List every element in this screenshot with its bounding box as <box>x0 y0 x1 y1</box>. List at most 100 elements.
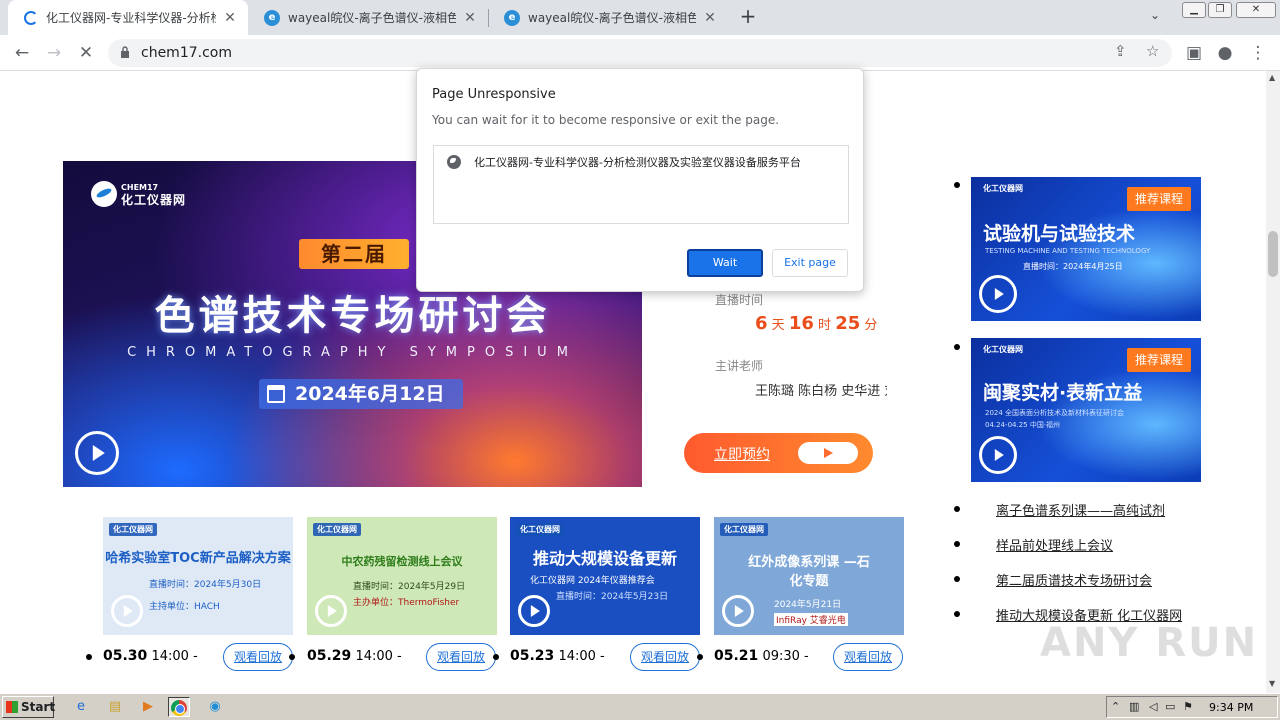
flag-icon[interactable]: ⚑ <box>1183 700 1193 713</box>
list-bullet <box>954 506 960 512</box>
list-bullet <box>954 182 960 188</box>
replay-button[interactable]: 观看回放 <box>223 643 293 671</box>
network-icon[interactable]: ▥ <box>1129 700 1139 713</box>
ie-icon[interactable]: e <box>70 697 92 717</box>
close-icon[interactable]: ✕ <box>702 10 718 26</box>
stop-loading-icon[interactable]: ✕ <box>74 41 98 65</box>
side-banner-meta: 04.24-04.25 中国·福州 <box>985 421 1061 429</box>
forward-arrow-icon[interactable]: → <box>42 41 66 65</box>
scroll-up-icon[interactable]: ▲ <box>1269 73 1275 82</box>
thumbnail-meta: 直播时间：2024年5月30日 <box>149 580 262 590</box>
tab-wayeal-2[interactable]: e wayeal皖仪-离子色谱仪-液相色谱仪 ✕ <box>488 0 728 35</box>
tab-search-chevron-icon[interactable]: ⌄ <box>1150 8 1160 22</box>
date-value: 05.21 <box>714 648 759 664</box>
wait-button[interactable]: Wait <box>687 249 763 277</box>
play-icon[interactable] <box>315 595 347 627</box>
tab-chem17[interactable]: 化工仪器网-专业科学仪器-分析检测 ✕ <box>8 0 248 35</box>
start-button[interactable]: Start <box>2 696 55 718</box>
dialog-title: Page Unresponsive <box>432 87 556 102</box>
dialog-message: You can wait for it to become responsive… <box>432 113 780 127</box>
countdown-days: 6 <box>755 313 768 334</box>
browser-toolbar: ← → ✕ chem17.com ⇪ ☆ ▣ ● ⋮ <box>0 35 1280 71</box>
close-icon[interactable]: ✕ <box>462 10 478 26</box>
close-icon[interactable]: ✕ <box>222 10 238 26</box>
hour-unit: 时 <box>818 318 832 333</box>
windows-flag-icon <box>6 701 18 713</box>
clock: 9:34 PM <box>1209 701 1254 714</box>
session-date: 05.29 14:00 - <box>307 648 402 664</box>
reserve-button[interactable]: 立即预约 <box>684 433 873 473</box>
edge-icon[interactable]: ◉ <box>204 697 226 717</box>
time-value: 14:00 - <box>355 649 402 664</box>
tray-expand-icon[interactable]: ⌃ <box>1111 700 1120 713</box>
minimize-button[interactable]: ▁ <box>1182 2 1206 18</box>
scroll-thumb[interactable] <box>1268 231 1278 277</box>
bookmark-star-icon[interactable]: ☆ <box>1146 42 1159 60</box>
restore-button[interactable]: ❐ <box>1208 2 1232 18</box>
thumbnail-card[interactable]: 化工仪器网 哈希实验室TOC新产品解决方案 直播时间：2024年5月30日 主持… <box>103 517 293 635</box>
session-date: 05.21 09:30 - <box>714 648 809 664</box>
replay-button[interactable]: 观看回放 <box>630 643 700 671</box>
list-bullet <box>954 611 960 617</box>
date-value: 05.29 <box>307 648 352 664</box>
address-bar[interactable]: chem17.com ⇪ ☆ <box>108 39 1172 67</box>
wayeal-favicon-icon: e <box>264 9 280 26</box>
minute-unit: 分 <box>864 318 878 333</box>
side-banner-subtitle: 2024 全国表面分析技术及新材料表征研讨会 <box>985 409 1125 417</box>
play-icon[interactable] <box>111 595 143 627</box>
anyrun-watermark: ANY RUN <box>1040 620 1259 666</box>
globe-icon <box>447 155 461 169</box>
close-window-button[interactable]: ✕ <box>1236 2 1276 18</box>
play-icon[interactable] <box>979 275 1017 313</box>
side-banner-meta: 直播时间：2024年4月25日 <box>1023 262 1123 271</box>
side-panel-icon[interactable]: ▣ <box>1182 41 1206 65</box>
time-value: 14:00 - <box>151 649 198 664</box>
play-icon[interactable] <box>722 595 754 627</box>
chrome-taskbar-button[interactable] <box>168 697 190 717</box>
url-text[interactable]: chem17.com <box>141 45 232 61</box>
chem17-logo: 化工仪器网 <box>313 523 361 536</box>
play-icon[interactable] <box>518 595 550 627</box>
time-value: 09:30 - <box>762 649 809 664</box>
menu-kebab-icon[interactable]: ⋮ <box>1246 41 1270 65</box>
tab-title: 化工仪器网-专业科学仪器-分析检测 <box>46 11 216 25</box>
play-icon <box>798 442 858 464</box>
back-arrow-icon[interactable]: ← <box>10 41 34 65</box>
side-link[interactable]: 样品前处理线上会议 <box>996 535 1113 554</box>
date-value: 05.23 <box>510 648 555 664</box>
play-icon[interactable] <box>979 436 1017 474</box>
page-scrollbar[interactable]: ▲ ▼ <box>1266 71 1280 693</box>
side-course-banner[interactable]: 化工仪器网 推荐课程 闽聚实材·表新立益 2024 全国表面分析技术及新材料表征… <box>971 338 1201 482</box>
session-date: 05.23 14:00 - <box>510 648 605 664</box>
list-bullet <box>954 576 960 582</box>
scroll-down-icon[interactable]: ▼ <box>1269 679 1275 688</box>
reserve-label[interactable]: 立即预约 <box>714 444 770 464</box>
new-tab-button[interactable]: + <box>736 5 760 29</box>
thumbnail-meta: 2024年5月21日 <box>774 600 842 610</box>
replay-button[interactable]: 观看回放 <box>833 643 903 671</box>
profile-avatar-icon[interactable]: ● <box>1213 41 1237 65</box>
folder-icon[interactable]: ▤ <box>104 697 126 717</box>
time-value: 14:00 - <box>558 649 605 664</box>
exit-page-button[interactable]: Exit page <box>772 249 848 277</box>
thumbnail-title: 推动大规模设备更新 <box>532 549 677 568</box>
side-banner-subtitle: TESTING MACHINE AND TESTING TECHNOLOGY <box>985 247 1151 255</box>
side-link[interactable]: 离子色谱系列课——高纯试剂 <box>996 500 1165 519</box>
side-course-banner[interactable]: 化工仪器网 推荐课程 试验机与试验技术 TESTING MACHINE AND … <box>971 177 1201 321</box>
date-value: 05.30 <box>103 648 148 664</box>
replay-button[interactable]: 观看回放 <box>426 643 496 671</box>
list-bullet <box>493 654 499 660</box>
thumbnail-card[interactable]: 化工仪器网 中农药残留检测线上会议 直播时间：2024年5月29日 主办单位：T… <box>307 517 497 635</box>
thumbnail-card[interactable]: 化工仪器网 推动大规模设备更新 化工仪器网 2024年仪器推荐会 直播时间：20… <box>510 517 700 635</box>
edition-badge: 第二届 <box>299 239 409 269</box>
media-player-icon[interactable]: ▶ <box>137 697 159 717</box>
side-link[interactable]: 第二届质谱技术专场研讨会 <box>996 570 1152 589</box>
volume-icon[interactable]: ◁ <box>1149 700 1157 713</box>
tab-wayeal-1[interactable]: e wayeal皖仪-离子色谱仪-液相色谱仪 ✕ <box>248 0 488 35</box>
network-status-icon[interactable]: ▭ <box>1165 700 1175 713</box>
share-icon[interactable]: ⇪ <box>1114 42 1127 60</box>
thumbnail-card[interactable]: 化工仪器网 红外成像系列课 —石化专题 2024年5月21日 InfiRay 艾… <box>714 517 904 635</box>
chem17-logo: 化工仪器网 <box>516 523 564 536</box>
banner-date: 2024年6月12日 <box>259 379 463 409</box>
play-icon[interactable] <box>75 431 119 475</box>
